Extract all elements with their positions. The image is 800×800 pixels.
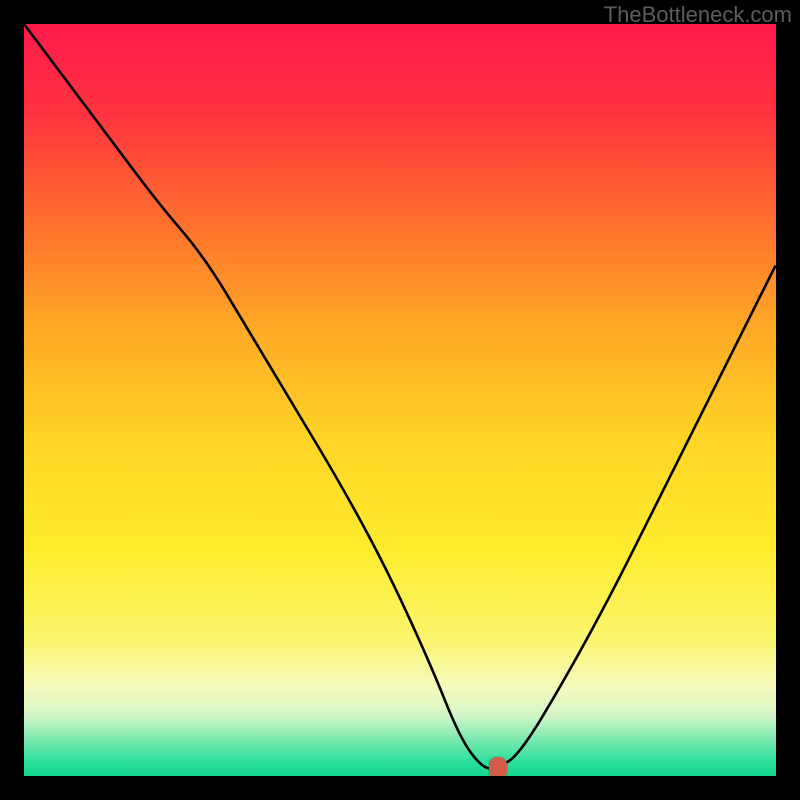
chart-canvas: TheBottleneck.com: [0, 0, 800, 800]
bottleneck-curve: [24, 24, 776, 776]
plot-area: [24, 24, 776, 776]
watermark-label: TheBottleneck.com: [604, 2, 792, 28]
optimum-marker-icon: [489, 757, 507, 776]
